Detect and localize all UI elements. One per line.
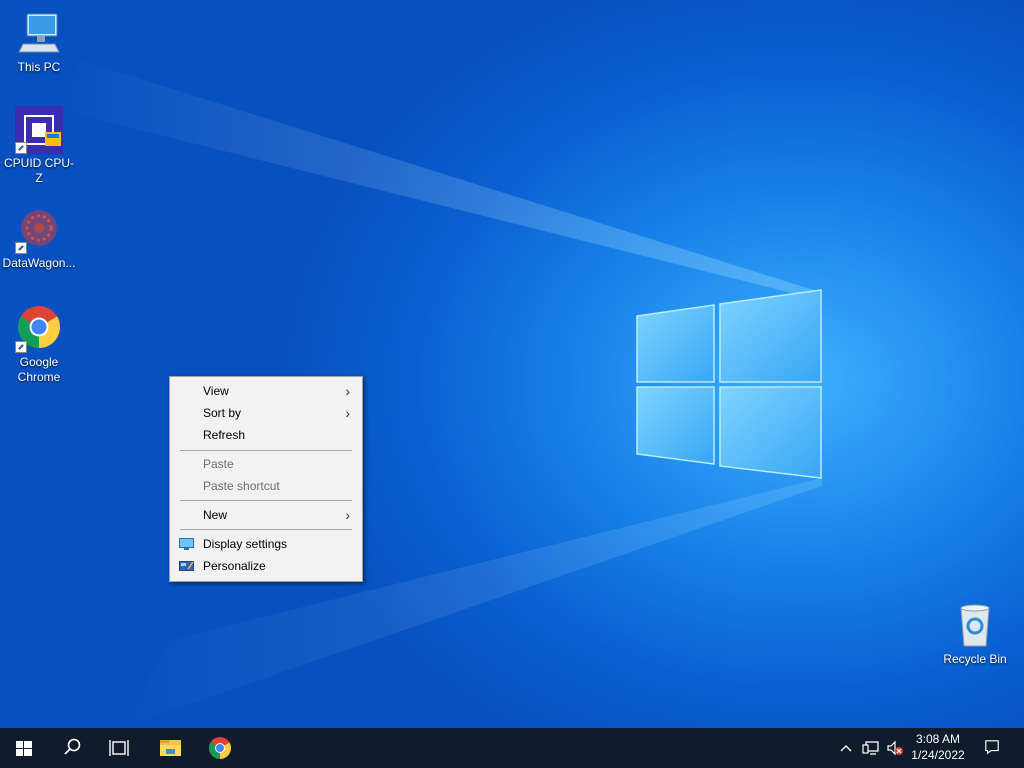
computer-icon [15,10,63,58]
menu-item-label: Refresh [203,428,246,442]
taskbar-clock[interactable]: 3:08 AM 1/24/2022 [906,731,970,763]
desktop-icon-label: Recycle Bin [943,652,1007,666]
menu-item-personalize[interactable]: Personalize [170,555,362,577]
file-explorer-icon [160,740,181,756]
chrome-icon [15,305,63,353]
shortcut-arrow-icon [15,242,27,254]
chrome-icon [209,737,231,759]
start-icon [16,741,32,756]
menu-item-label: Sort by [203,406,242,420]
task-view-button[interactable] [96,728,144,768]
desktop-icon-datawagon[interactable]: DataWagon... [1,206,77,271]
file-explorer-button[interactable] [147,728,195,768]
desktop-icon-label: DataWagon... [2,256,76,270]
shortcut-arrow-icon [15,142,27,154]
menu-item-paste[interactable]: Paste [170,453,362,475]
menu-item-label: Paste shortcut [203,479,280,493]
network-icon[interactable] [862,740,880,756]
datawagon-icon [15,206,63,254]
desktop-icon-label: Google Chrome [17,355,61,384]
search-icon [64,738,81,755]
menu-item-new[interactable]: New › [170,504,362,526]
desktop-icon-recycle-bin[interactable]: Recycle Bin [937,602,1013,667]
menu-item-label: Display settings [203,537,288,551]
start-button[interactable] [0,728,48,768]
show-hidden-icons-chevron[interactable] [838,740,854,756]
desktop-icon-cpuid-cpu-z[interactable]: CPUID CPU-Z [1,106,77,186]
wallpaper [60,60,822,728]
chevron-right-icon: › [345,405,350,421]
menu-item-display-settings[interactable]: Display settings [170,533,362,555]
menu-item-label: Paste [203,457,234,471]
menu-item-label: Personalize [203,559,266,573]
desktop-icon-label: CPUID CPU-Z [3,156,74,185]
desktop-icon-google-chrome[interactable]: Google Chrome [1,305,77,385]
search-button[interactable] [48,728,96,768]
clock-date: 1/24/2022 [911,748,965,762]
recycle-bin-icon [951,602,999,650]
menu-separator [180,500,352,501]
personalize-icon [179,561,194,571]
volume-muted-icon[interactable] [886,740,904,756]
menu-item-paste-shortcut[interactable]: Paste shortcut [170,475,362,497]
desktop[interactable]: This PC CPUID CPU-Z DataWagon... Google … [0,0,1024,728]
clock-time: 3:08 AM [915,732,961,746]
desktop-icon-label: This PC [17,60,61,74]
menu-separator [180,450,352,451]
display-icon [179,538,194,550]
menu-item-view[interactable]: View › [170,380,362,402]
desktop-context-menu: View › Sort by › Refresh Paste Paste sho… [169,376,363,582]
chevron-right-icon: › [345,507,350,523]
action-center-icon[interactable] [983,739,1001,755]
menu-item-sort-by[interactable]: Sort by › [170,402,362,424]
cpu-z-icon [15,106,63,154]
menu-item-label: View [203,384,229,398]
menu-item-refresh[interactable]: Refresh [170,424,362,446]
chrome-taskbar-button[interactable] [196,728,244,768]
menu-item-label: New [203,508,228,522]
menu-separator [180,529,352,530]
shortcut-arrow-icon [15,341,27,353]
task-view-icon [109,740,129,756]
taskbar: 3:08 AM 1/24/2022 [0,728,1024,768]
desktop-icon-this-pc[interactable]: This PC [1,10,77,75]
chevron-right-icon: › [345,383,350,399]
